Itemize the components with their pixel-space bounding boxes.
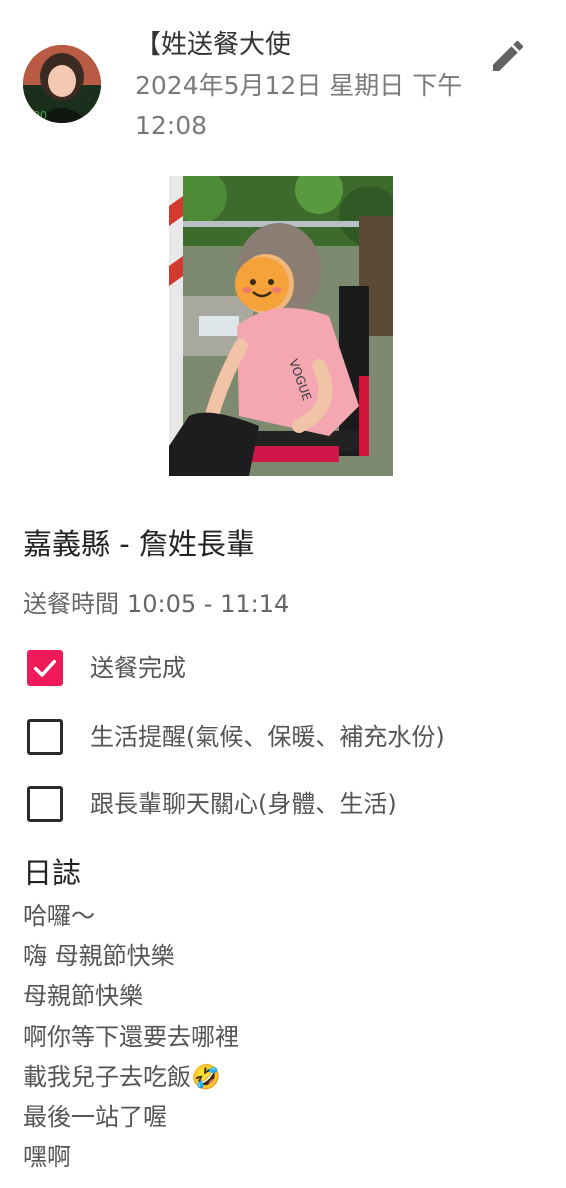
log-line: 載我兒子去吃飯🤣 (23, 1062, 221, 1091)
post-detail-page: 90 【姓送餐大使 2024年5月12日 星期日 下午12:08 VOGUE 嘉… (0, 0, 566, 1188)
log-content: 哈囉～ 嗨 母親節快樂 母親節快樂 啊你等下還要去哪裡 載我兒子去吃飯🤣 最後一… (23, 896, 239, 1177)
delivery-photo[interactable]: VOGUE (169, 176, 393, 476)
log-line: 嘿啊 (23, 1143, 71, 1172)
delivery-time: 送餐時間 10:05 - 11:14 (23, 585, 289, 623)
checkbox-unchecked[interactable] (27, 719, 63, 755)
checklist-item-meal-delivered[interactable]: 送餐完成 (23, 643, 186, 693)
pencil-icon (493, 40, 524, 71)
log-line: 嗨 母親節快樂 (23, 942, 175, 971)
checklist-label: 生活提醒(氣候、保暖、補充水份) (90, 723, 445, 751)
recipient-title: 嘉義縣 - 詹姓長輩 (23, 527, 255, 561)
log-line: 哈囉～ (23, 902, 95, 930)
checkbox-unchecked[interactable] (27, 786, 63, 822)
author-avatar[interactable]: 90 (23, 45, 101, 123)
checkmark-icon (33, 659, 57, 677)
checklist-item-life-reminder[interactable]: 生活提醒(氣候、保暖、補充水份) (23, 712, 445, 762)
post-timestamp: 2024年5月12日 星期日 下午12:08 (135, 71, 463, 140)
checklist-label: 送餐完成 (90, 654, 186, 682)
checklist-item-chat-care[interactable]: 跟長輩聊天關心(身體、生活) (23, 779, 397, 829)
delivery-time-label: 送餐時間 (23, 590, 119, 618)
checkbox-checked[interactable] (27, 650, 63, 686)
edit-button[interactable] (486, 34, 530, 78)
checklist-label: 跟長輩聊天關心(身體、生活) (90, 790, 397, 818)
author-name: 【姓送餐大使 (135, 30, 292, 60)
delivery-time-value: 10:05 - 11:14 (127, 590, 290, 618)
log-heading: 日誌 (23, 856, 82, 890)
log-line: 啊你等下還要去哪裡 (23, 1022, 239, 1051)
log-line: 母親節快樂 (23, 982, 143, 1011)
log-line: 最後一站了喔 (23, 1103, 167, 1132)
svg-text:90: 90 (33, 109, 47, 122)
